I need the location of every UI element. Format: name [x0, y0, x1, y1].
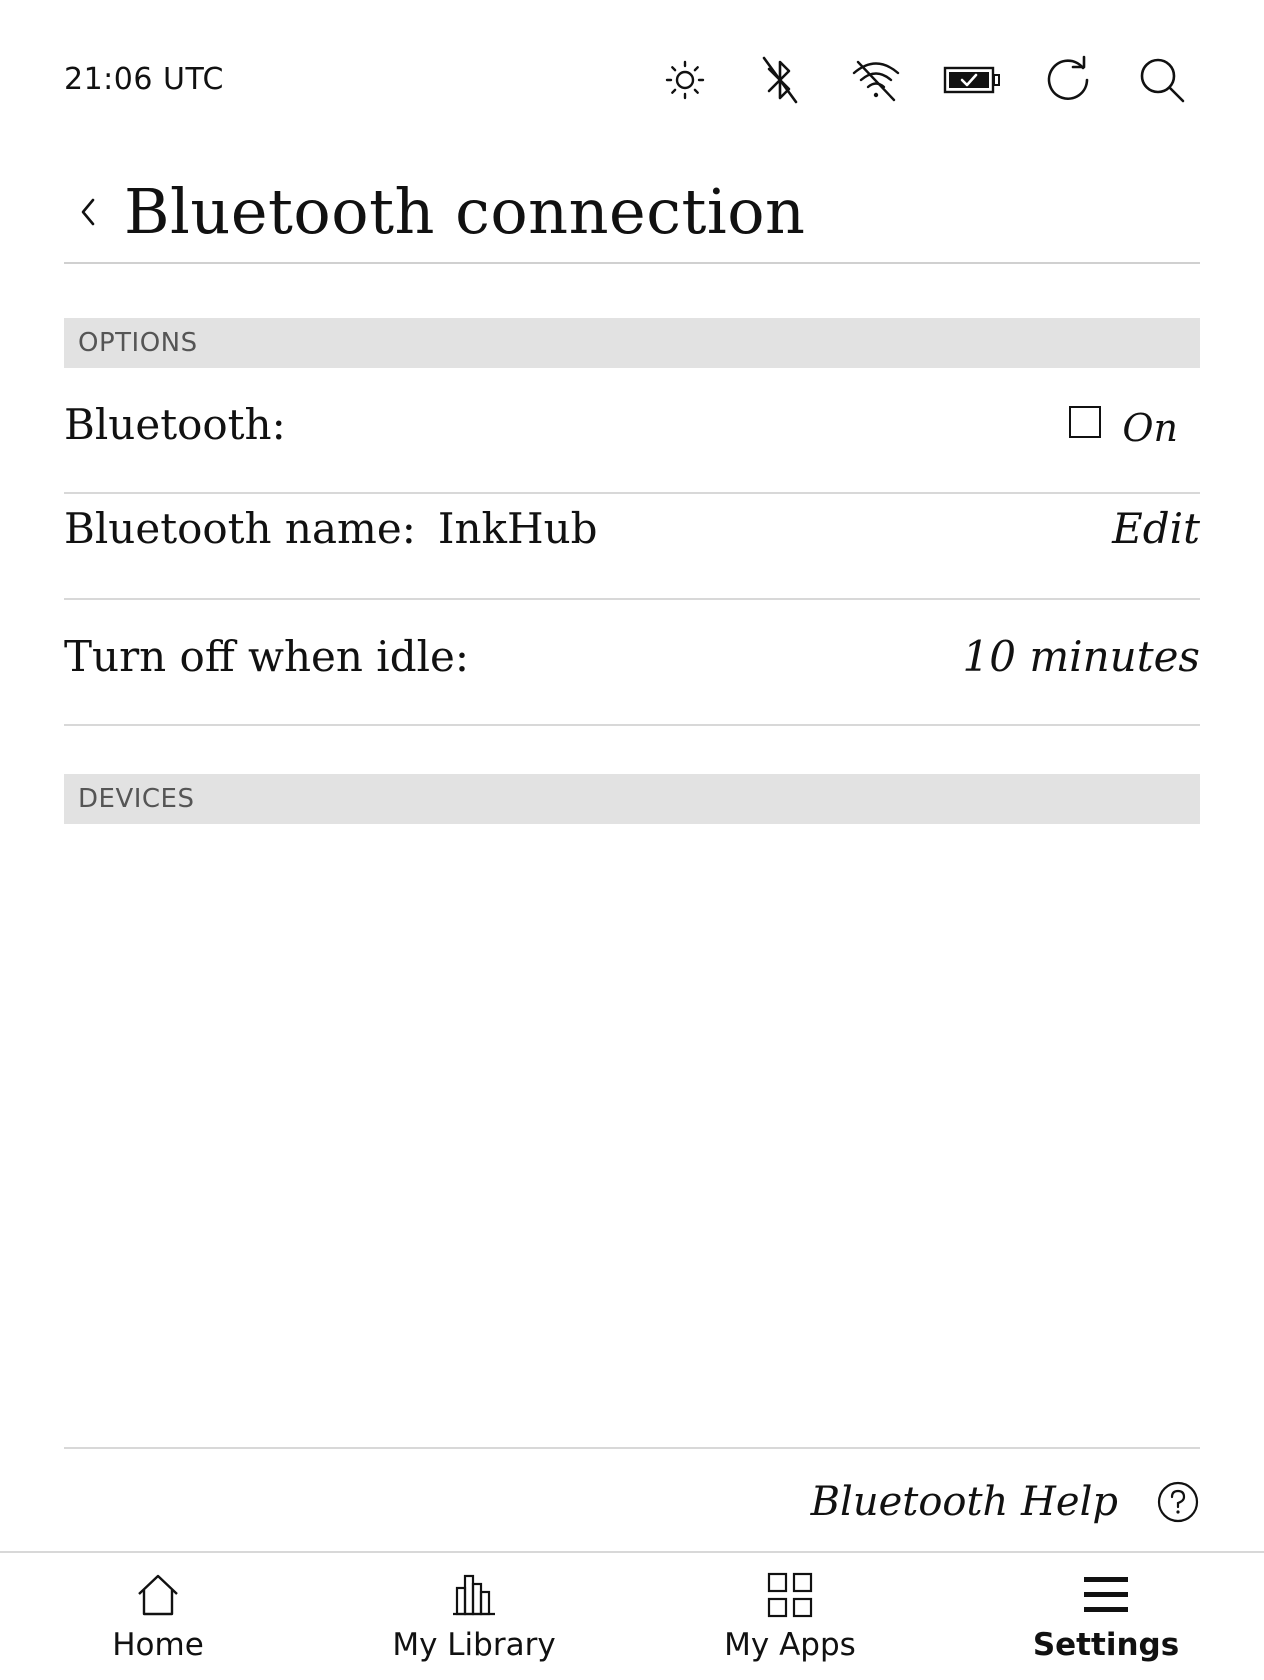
bluetooth-label: Bluetooth:	[64, 400, 286, 449]
bluetooth-name-label: Bluetooth name: InkHub	[64, 504, 598, 553]
bluetooth-name-value: InkHub	[437, 504, 598, 553]
section-label-options: OPTIONS	[78, 328, 198, 358]
bottom-nav: Home My Library My Apps Settings	[0, 1551, 1264, 1680]
nav-library[interactable]: My Library	[316, 1553, 632, 1680]
bluetooth-state-label[interactable]: On	[1122, 406, 1178, 450]
sync-icon[interactable]	[1040, 52, 1096, 108]
brightness-icon[interactable]	[657, 52, 713, 108]
chevron-left-icon[interactable]	[70, 184, 106, 240]
menu-icon	[1080, 1569, 1132, 1621]
search-icon[interactable]	[1134, 52, 1190, 108]
bluetooth-name-key: Bluetooth name:	[64, 504, 416, 553]
help-circle-icon[interactable]	[1156, 1480, 1200, 1524]
apps-icon	[764, 1569, 816, 1621]
help-label[interactable]: Bluetooth Help	[811, 1479, 1118, 1525]
page-title: Bluetooth connection	[124, 175, 806, 248]
footer-divider	[64, 1447, 1200, 1449]
edit-name-button[interactable]: Edit	[1112, 504, 1200, 553]
idle-timeout-label: Turn off when idle:	[64, 632, 470, 681]
nav-apps[interactable]: My Apps	[632, 1553, 948, 1680]
section-header-options: OPTIONS	[64, 318, 1200, 368]
home-icon	[132, 1569, 184, 1621]
nav-settings[interactable]: Settings	[948, 1553, 1264, 1680]
idle-timeout-row[interactable]: Turn off when idle: 10 minutes	[64, 600, 1200, 726]
devices-list	[64, 824, 1200, 1424]
nav-library-label: My Library	[392, 1627, 556, 1663]
bluetooth-help-link[interactable]: Bluetooth Help	[811, 1472, 1200, 1532]
library-icon	[448, 1569, 500, 1621]
bluetooth-checkbox[interactable]	[1069, 406, 1101, 438]
bluetooth-name-row: Bluetooth name: InkHub Edit	[64, 494, 1200, 600]
page-header: Bluetooth connection	[64, 160, 1200, 264]
nav-home[interactable]: Home	[0, 1553, 316, 1680]
clock: 21:06 UTC	[64, 62, 224, 97]
battery-charged-icon	[940, 52, 1004, 108]
nav-settings-label: Settings	[1032, 1627, 1180, 1663]
section-header-devices: DEVICES	[64, 774, 1200, 824]
status-bar: 21:06 UTC	[0, 0, 1264, 160]
wifi-off-icon[interactable]	[848, 52, 904, 108]
bluetooth-toggle-row[interactable]: Bluetooth: On	[64, 368, 1200, 494]
nav-home-label: Home	[112, 1627, 204, 1663]
idle-timeout-value[interactable]: 10 minutes	[963, 632, 1200, 681]
section-label-devices: DEVICES	[78, 784, 195, 814]
nav-apps-label: My Apps	[724, 1627, 856, 1663]
bluetooth-off-icon[interactable]	[752, 52, 808, 108]
